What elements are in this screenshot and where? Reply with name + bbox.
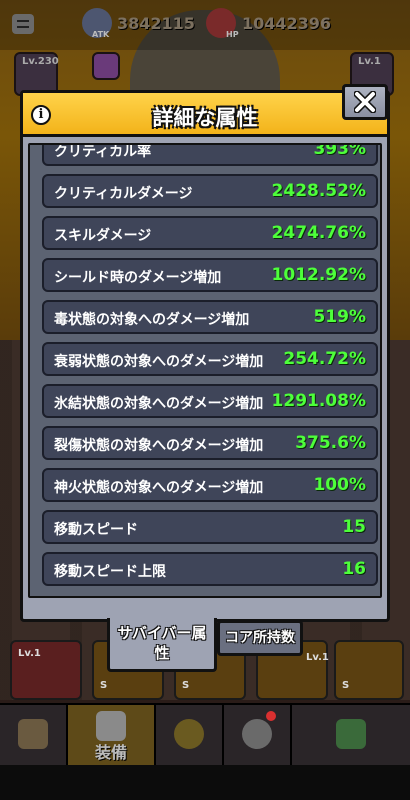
- attribute-label: シールド時のダメージ増加: [54, 270, 222, 286]
- tab-survivor-attributes-label-line1: サバイバー属: [117, 624, 207, 642]
- attribute-row: 裂傷状態の対象へのダメージ増加 375.6%: [42, 426, 378, 460]
- atk-tag: ATK: [92, 30, 110, 39]
- attribute-label: クリティカルダメージ: [54, 186, 193, 202]
- attribute-value: 2474.76%: [271, 223, 366, 243]
- attribute-row: 毒状態の対象へのダメージ増加 519%: [42, 300, 378, 334]
- attribute-label: クリティカル率: [54, 144, 152, 160]
- star-icon: [174, 719, 204, 749]
- equipment-slot-grade: S: [100, 680, 108, 691]
- bottom-nav: 装備: [0, 703, 410, 767]
- equipment-slot[interactable]: Lv.1: [10, 640, 82, 700]
- equipment-slot[interactable]: S: [334, 640, 404, 700]
- gem-icon[interactable]: [92, 52, 120, 80]
- attribute-list[interactable]: クリティカル率 393% クリティカルダメージ 2428.52% スキルダメージ 2474…: [28, 143, 382, 598]
- equipment-slot-level: Lv.1: [18, 648, 41, 659]
- modal-title: 詳細な属性: [152, 106, 258, 130]
- hp-value: 10442396: [242, 14, 332, 33]
- close-button[interactable]: [342, 84, 388, 120]
- attribute-value: 1291.08%: [271, 391, 366, 411]
- attribute-value: 1012.92%: [271, 265, 366, 285]
- nav-tab-star[interactable]: [156, 705, 224, 767]
- nav-tab-battery[interactable]: [292, 705, 410, 767]
- hp-tag: HP: [226, 30, 239, 39]
- attribute-row: シールド時のダメージ増加 1012.92%: [42, 258, 378, 292]
- attribute-label: 氷結状態の対象へのダメージ増加: [54, 396, 264, 412]
- nav-tab-shop[interactable]: [0, 705, 68, 767]
- attribute-label: 神火状態の対象へのダメージ増加: [54, 480, 264, 496]
- armor-icon: [96, 711, 126, 741]
- nav-tab-equipment-label: 装備: [94, 743, 127, 762]
- attribute-value: 393%: [313, 143, 366, 159]
- attribute-row: スキルダメージ 2474.76%: [42, 216, 378, 250]
- attribute-value: 375.6%: [295, 433, 366, 453]
- tab-survivor-attributes[interactable]: サバイバー属 性: [107, 618, 217, 672]
- attribute-label: スキルダメージ: [54, 228, 152, 244]
- left-gear-slot-level: Lv.230: [22, 56, 59, 67]
- attribute-row: 神火状態の対象へのダメージ増加 100%: [42, 468, 378, 502]
- attribute-value: 16: [342, 559, 366, 579]
- attribute-label: 移動スピード: [54, 522, 138, 538]
- equipment-slot-grade: S: [182, 680, 190, 691]
- attribute-row: 移動スピード 15: [42, 510, 378, 544]
- right-gear-slot-level: Lv.1: [358, 56, 381, 67]
- notification-badge: [266, 711, 276, 721]
- attribute-label: 毒状態の対象へのダメージ増加: [54, 312, 250, 328]
- attribute-value: 100%: [313, 475, 366, 495]
- tab-core-count[interactable]: コア所持数: [217, 620, 303, 656]
- atk-value: 3842115: [117, 14, 195, 33]
- attribute-row: 氷結状態の対象へのダメージ増加 1291.08%: [42, 384, 378, 418]
- attribute-label: 衰弱状態の対象へのダメージ増加: [54, 354, 264, 370]
- shop-icon: [18, 719, 48, 749]
- battery-icon: [336, 719, 366, 749]
- attribute-row: クリティカルダメージ 2428.52%: [42, 174, 378, 208]
- attribute-row: 衰弱状態の対象へのダメージ増加 254.72%: [42, 342, 378, 376]
- menu-icon[interactable]: [12, 14, 34, 34]
- system-bar: [0, 765, 410, 800]
- skull-icon: [242, 719, 272, 749]
- nav-tab-equipment[interactable]: 装備: [68, 705, 156, 767]
- attributes-modal: i 詳細な属性 クリティカル率 393% クリティカルダメージ 2428.52% スキル…: [20, 90, 390, 622]
- attribute-label: 移動スピード上限: [54, 564, 166, 580]
- tab-survivor-attributes-label-line2: 性: [154, 644, 170, 662]
- attribute-value: 2428.52%: [271, 181, 366, 201]
- top-stats-bar: ATK 3842115 HP 10442396: [0, 0, 410, 50]
- equipment-slot-level: Lv.1: [306, 652, 329, 663]
- modal-header: i 詳細な属性: [23, 93, 387, 137]
- close-icon: [354, 91, 376, 113]
- nav-tab-skull[interactable]: [224, 705, 292, 767]
- attribute-value: 254.72%: [283, 349, 366, 369]
- attribute-label: 裂傷状態の対象へのダメージ増加: [54, 438, 264, 454]
- attribute-row: 移動スピード上限 16: [42, 552, 378, 586]
- attribute-value: 519%: [313, 307, 366, 327]
- equipment-slot-grade: S: [342, 680, 350, 691]
- attribute-row: クリティカル率 393%: [42, 143, 378, 166]
- attribute-value: 15: [342, 517, 366, 537]
